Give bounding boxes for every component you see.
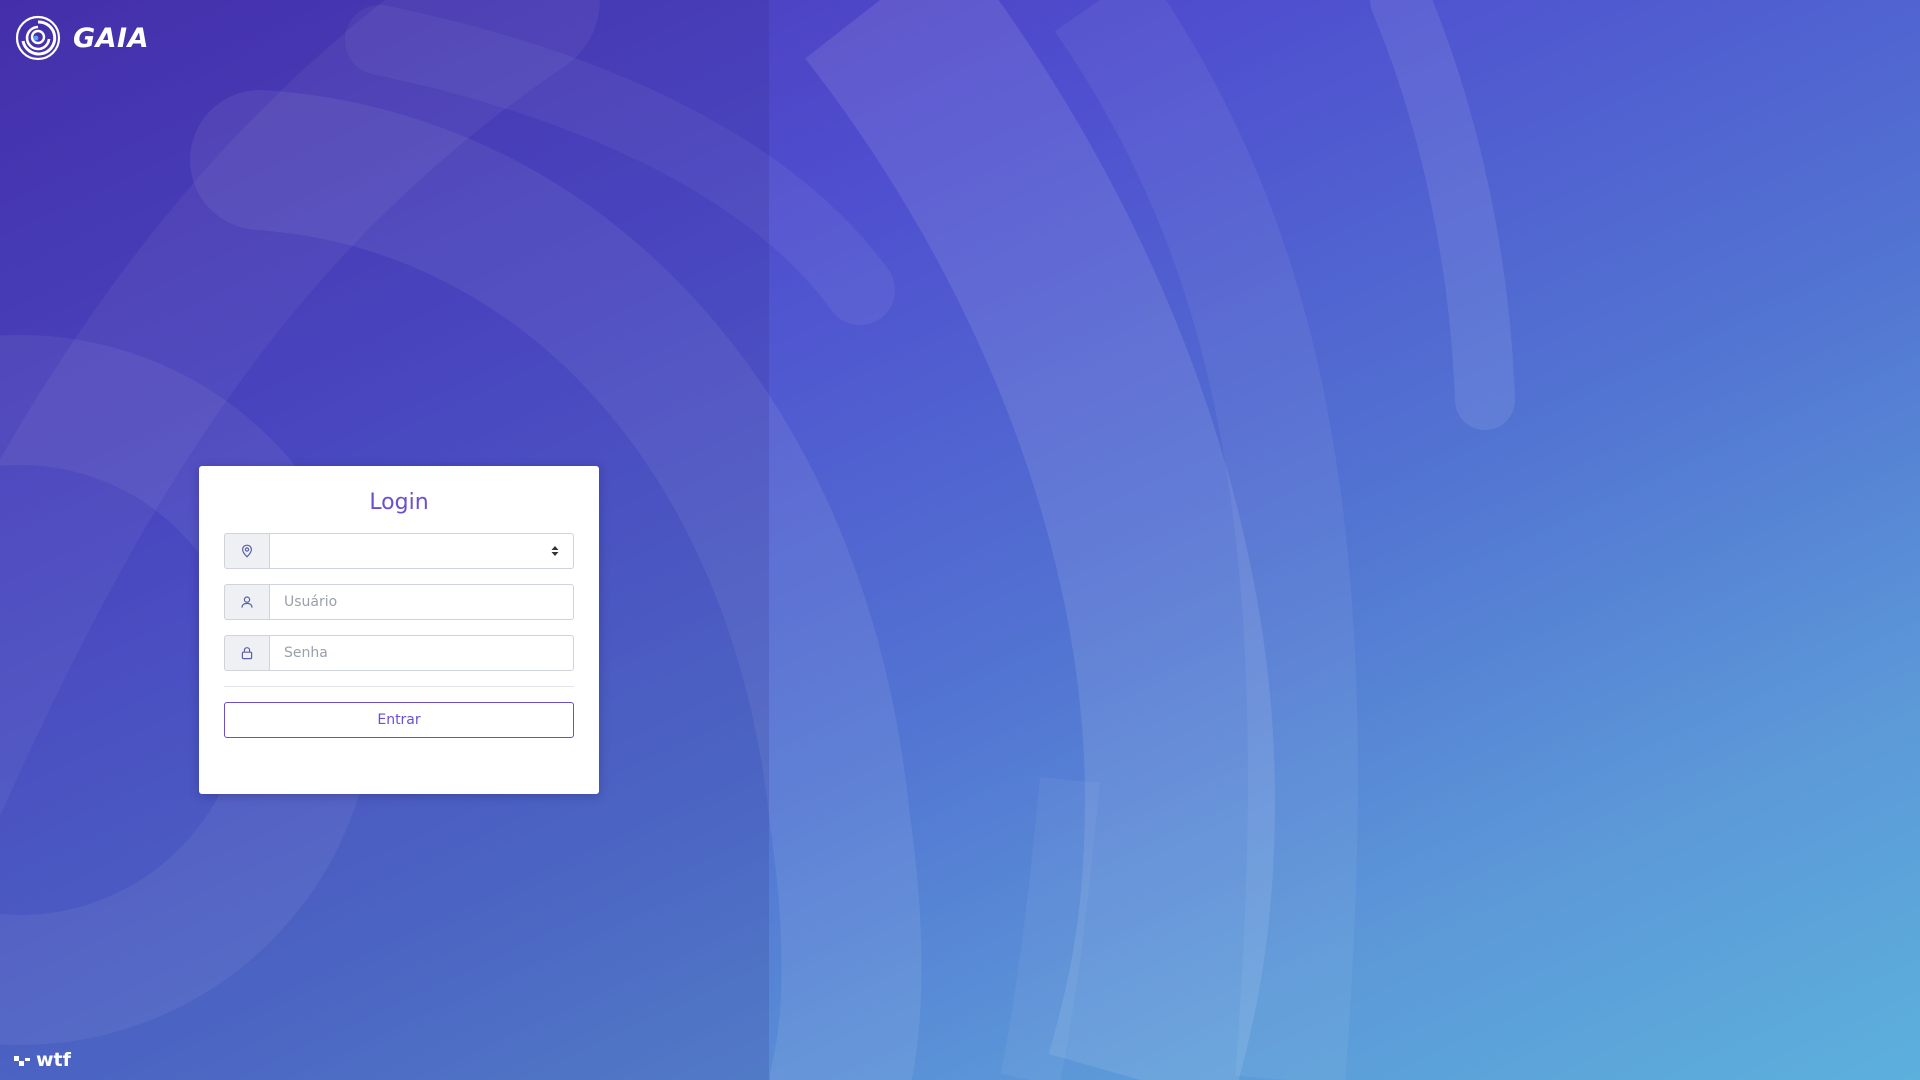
footer-text: wtf (36, 1049, 71, 1071)
form-divider (224, 686, 574, 687)
login-card: Login Usuário Entrar (199, 466, 599, 794)
username-input[interactable] (269, 584, 574, 620)
login-title: Login (369, 490, 429, 515)
login-submit-button[interactable]: Entrar (224, 702, 574, 738)
password-field (224, 635, 574, 671)
lock-icon (241, 647, 253, 660)
login-page: GAIA Login Usuário Entrar wtf (0, 0, 1920, 1080)
location-select[interactable] (269, 533, 574, 569)
location-field (224, 533, 574, 569)
user-icon (241, 596, 253, 608)
brand: GAIA (15, 15, 149, 61)
location-addon (224, 533, 269, 569)
wtf-logo-icon (14, 1056, 30, 1066)
select-arrows-icon (551, 546, 559, 556)
password-addon (224, 635, 269, 671)
spiral-logo-icon (15, 15, 61, 61)
brand-name: GAIA (73, 22, 149, 54)
username-field (224, 584, 574, 620)
username-addon (224, 584, 269, 620)
password-input[interactable] (269, 635, 574, 671)
footer-mark: wtf (14, 1050, 71, 1070)
map-pin-icon (241, 544, 253, 558)
